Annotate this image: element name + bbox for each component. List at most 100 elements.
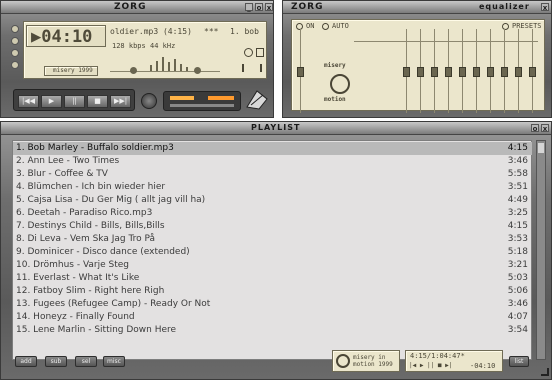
item-title: 7. Destinys Child - Bills, Bills,Bills	[16, 221, 165, 231]
eq-band-slider[interactable]	[445, 29, 452, 113]
playlist-scrollbar[interactable]	[536, 140, 546, 360]
shade-button[interactable]: o	[255, 3, 263, 12]
playlist-shade-button[interactable]: o	[531, 124, 539, 133]
eq-band-slider[interactable]	[515, 29, 522, 113]
list-button[interactable]: list	[509, 356, 529, 367]
item-title: 4. Blümchen - Ich bin wieder hier	[16, 182, 166, 192]
sel-button[interactable]: sel	[75, 356, 97, 367]
list-item[interactable]: 15. Lene Marlin - Sitting Down Here 3:54	[13, 324, 532, 337]
playlist-titlebar[interactable]: PLAYLIST o x	[1, 122, 551, 135]
item-title: 14. Honeyz - Finally Found	[16, 312, 135, 322]
scroll-thumb[interactable]	[538, 143, 544, 153]
time-display[interactable]: ▶04:10	[26, 25, 106, 47]
next-button[interactable]: ▶▶|	[110, 95, 131, 108]
eq-titlebar[interactable]: ZORG equalizer x	[283, 1, 551, 14]
eq-preamp-slider[interactable]	[297, 29, 304, 113]
playlist-close-button[interactable]: x	[541, 124, 549, 133]
volume-knob[interactable]	[130, 67, 137, 74]
player-window: ZORG _ o x ▶04:10 oldier.mp3 (4:15) *** …	[0, 0, 274, 118]
item-duration: 3:51	[507, 182, 528, 192]
list-item[interactable]: 9. Dominicer - Disco dance (extended) 5:1…	[13, 246, 532, 259]
balance-knob[interactable]	[194, 67, 201, 74]
item-title: 1. Bob Marley - Buffalo soldier.mp3	[16, 143, 174, 153]
eq-auto-toggle[interactable]	[322, 23, 329, 30]
sub-button[interactable]: sub	[45, 356, 67, 367]
playlist-logo-text: misery in motion 1999	[353, 354, 393, 368]
stop-button[interactable]: ■	[87, 95, 108, 108]
remaining-time: -04:10	[470, 362, 496, 370]
player-logo: misery 1999	[44, 66, 98, 76]
list-item[interactable]: 5. Cajsa Lisa - Du Ger Mig ( allt jag vi…	[13, 194, 532, 207]
misc-button[interactable]: misc	[103, 356, 125, 367]
item-duration: 4:15	[507, 221, 528, 231]
player-logo-text: misery 1999	[53, 67, 93, 74]
item-duration: 3:46	[507, 156, 528, 166]
volume-bar[interactable]	[208, 96, 234, 100]
eq-band-slider[interactable]	[431, 29, 438, 113]
samplerate: 44 kHz	[150, 42, 176, 50]
resize-grip-icon[interactable]	[541, 368, 549, 376]
item-title: 5. Cajsa Lisa - Du Ger Mig ( allt jag vi…	[16, 195, 206, 205]
item-title: 9. Dominicer - Disco dance (extended)	[16, 247, 190, 257]
player-titlebar[interactable]: ZORG _ o x	[1, 1, 273, 14]
option-dot[interactable]	[11, 61, 19, 69]
close-button[interactable]: x	[265, 3, 273, 12]
list-item[interactable]: 13. Fugees (Refugee Camp) - Ready Or Not…	[13, 298, 532, 311]
list-item[interactable]: 4. Blümchen - Ich bin wieder hier 3:51	[13, 181, 532, 194]
eject-button[interactable]	[141, 93, 157, 109]
option-dot[interactable]	[11, 49, 19, 57]
balance-bar[interactable]	[170, 104, 234, 107]
eq-band-slider[interactable]	[529, 29, 536, 113]
eq-band-slider[interactable]	[487, 29, 494, 113]
playlist-title: PLAYLIST	[251, 123, 301, 132]
play-button[interactable]: ▶	[41, 95, 62, 108]
eq-band-slider[interactable]	[403, 29, 410, 113]
spectrum-visualizer	[110, 52, 220, 72]
stereo-icon	[244, 48, 253, 57]
list-item[interactable]: 11. Everlast - What It's Like 5:03	[13, 272, 532, 285]
previous-button[interactable]: |◀◀	[18, 95, 39, 108]
eq-close-button[interactable]: x	[541, 3, 549, 12]
eq-band-slider[interactable]	[473, 29, 480, 113]
list-item[interactable]: 7. Destinys Child - Bills, Bills,Bills 4:…	[13, 220, 532, 233]
info-icon[interactable]	[256, 48, 264, 57]
pause-button[interactable]: ||	[64, 95, 85, 108]
list-item[interactable]: 6. Deetah - Paradiso Rico.mp3 3:25	[13, 207, 532, 220]
item-duration: 5:58	[507, 169, 528, 179]
item-duration: 3:54	[507, 325, 528, 335]
eq-band-slider[interactable]	[459, 29, 466, 113]
item-duration: 5:03	[507, 273, 528, 283]
item-duration: 5:06	[507, 286, 528, 296]
list-item[interactable]: 3. Blur - Coffee & TV 5:58	[13, 168, 532, 181]
eq-toggle-icon[interactable]	[242, 64, 262, 72]
eq-label: equalizer	[479, 2, 530, 11]
mini-transport[interactable]: |◀ ▶ || ■ ▶|	[409, 362, 452, 369]
list-item[interactable]: 1. Bob Marley - Buffalo soldier.mp3 4:15	[13, 142, 532, 155]
eq-logo-top: misery	[324, 62, 346, 69]
eq-band-slider[interactable]	[501, 29, 508, 113]
eq-title: ZORG	[291, 2, 324, 12]
equalizer-window: ZORG equalizer x ON AUTO PRESETS misery …	[282, 0, 552, 118]
item-title: 12. Fatboy Slim - Right here Righ	[16, 286, 165, 296]
add-button[interactable]: add	[15, 356, 37, 367]
item-duration: 3:46	[507, 299, 528, 309]
playlist-window: PLAYLIST o x 1. Bob Marley - Buffalo sol…	[0, 121, 552, 380]
list-item[interactable]: 14. Honeyz - Finally Found 4:07	[13, 311, 532, 324]
list-item[interactable]: 2. Ann Lee - Two Times 3:46	[13, 155, 532, 168]
eq-band-slider[interactable]	[417, 29, 424, 113]
seek-bar[interactable]	[170, 96, 194, 100]
time-readout: ▶04:10	[31, 27, 93, 47]
item-title: 2. Ann Lee - Two Times	[16, 156, 120, 166]
option-dot[interactable]	[11, 25, 19, 33]
option-dot[interactable]	[11, 37, 19, 45]
list-item[interactable]: 8. Di Leva - Vem Ska Jag Tro På 3:53	[13, 233, 532, 246]
item-title: 3. Blur - Coffee & TV	[16, 169, 108, 179]
minimize-button[interactable]: _	[245, 3, 253, 12]
list-item[interactable]: 12. Fatboy Slim - Right here Righ 5:06	[13, 285, 532, 298]
item-title: 13. Fugees (Refugee Camp) - Ready Or Not	[16, 299, 211, 309]
list-item[interactable]: 10. Drömhus - Varje Steg 3:21	[13, 259, 532, 272]
item-title: 15. Lene Marlin - Sitting Down Here	[16, 325, 177, 335]
eq-logo-bottom: motion	[324, 96, 346, 103]
player-display: ▶04:10 oldier.mp3 (4:15) *** 1. bob 128 …	[23, 21, 267, 79]
logo-circle-icon	[336, 354, 350, 368]
